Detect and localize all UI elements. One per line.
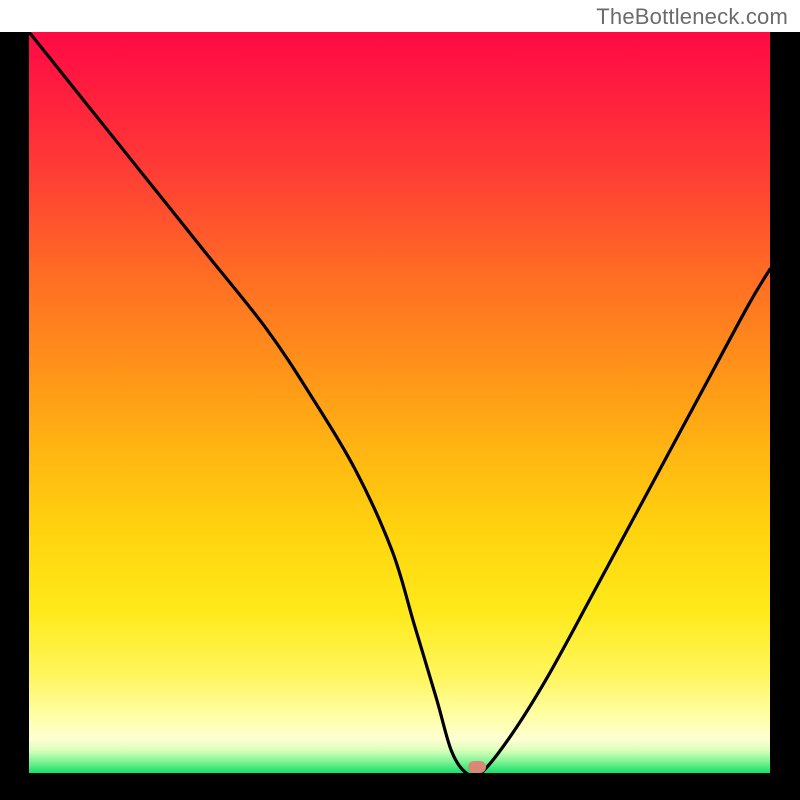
watermark-text: TheBottleneck.com [596,4,788,30]
chart-frame [0,32,800,800]
chart-container: TheBottleneck.com [0,0,800,800]
plot-area [29,32,770,773]
bottleneck-curve [29,32,770,773]
bottleneck-marker-icon [468,761,486,773]
